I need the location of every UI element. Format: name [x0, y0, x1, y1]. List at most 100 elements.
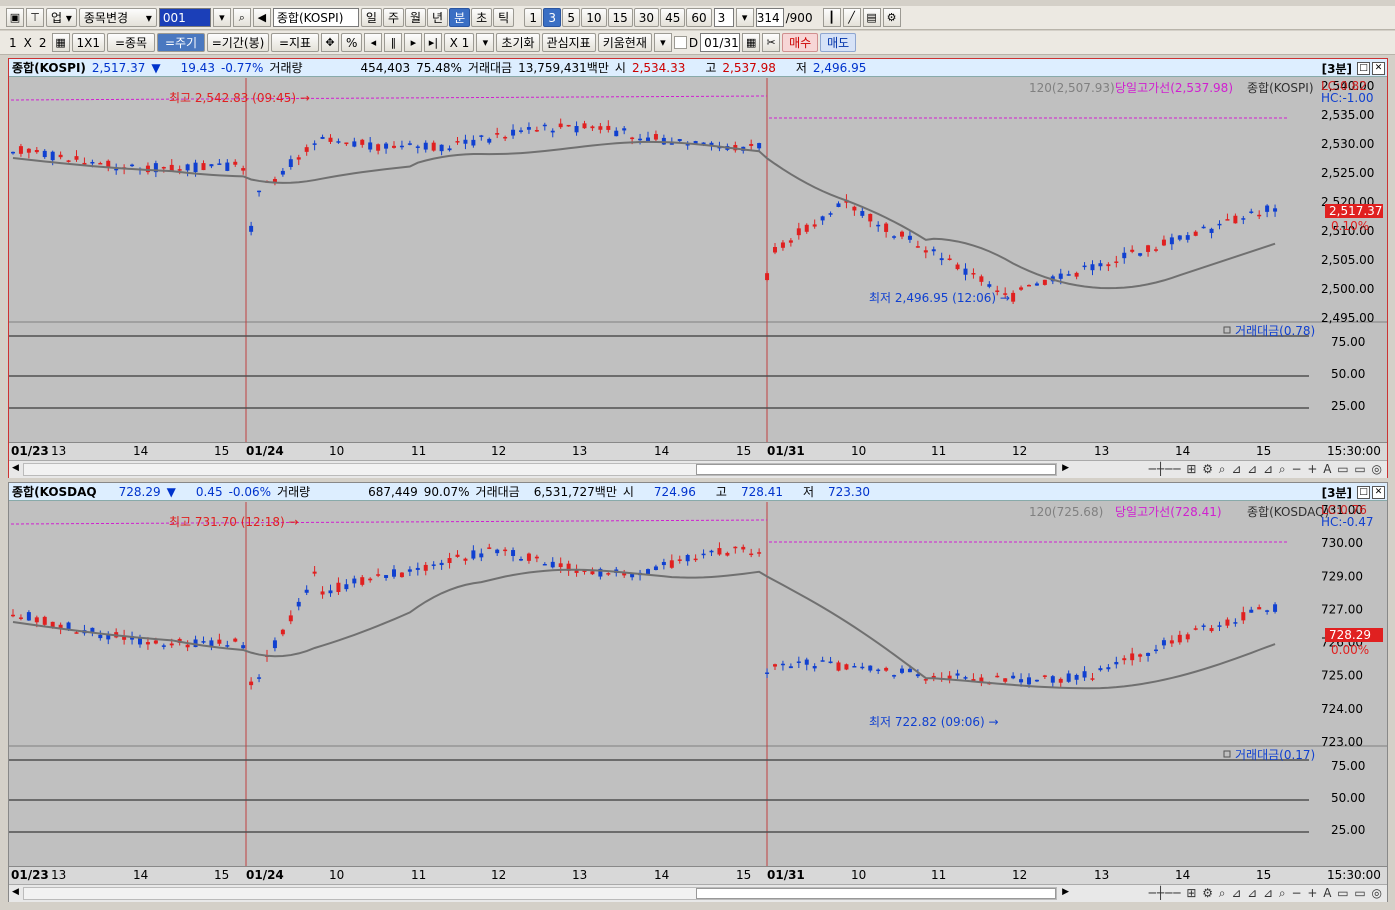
kosdaq-arrow-icon: ▼	[166, 484, 176, 499]
kosdaq-maximize-icon[interactable]: □	[1357, 485, 1370, 499]
price-tick: 2,505.00	[1321, 253, 1374, 267]
candle-body	[669, 560, 674, 568]
change-stock-select[interactable]: 종목변경 ▾	[78, 8, 157, 27]
move-icon[interactable]: ✥	[321, 33, 340, 52]
pause-icon[interactable]: ‖	[384, 33, 403, 52]
kosdaq-chart-canvas[interactable]: 731.00730.00729.00727.00726.00725.00724.…	[9, 502, 1387, 866]
interval-dropdown-icon[interactable]: ▾	[735, 8, 754, 27]
kospi-maximize-icon[interactable]: □	[1357, 61, 1370, 75]
scissors-icon[interactable]: ✂	[762, 33, 781, 52]
sub-tick: 25.00	[1331, 823, 1365, 837]
pin-icon[interactable]: ⊤	[26, 8, 44, 27]
gear-icon[interactable]: ⚙	[882, 8, 901, 27]
candle-body	[296, 157, 301, 160]
search-icon[interactable]: ⌕	[232, 8, 251, 27]
zoom-dropdown-icon[interactable]: ▾	[476, 33, 495, 52]
reset-button[interactable]: 초기화	[496, 33, 540, 52]
scroll-thumb[interactable]	[696, 888, 1056, 899]
chart-tools[interactable]: ─┼── ⊞ ⚙ ⌕ ⊿ ⊿ ⊿ ⌕ − + A ▭ ▭ ◎	[1149, 886, 1383, 901]
calendar-icon[interactable]: ▦	[742, 33, 761, 52]
scroll-track[interactable]	[23, 887, 1057, 900]
candle-body	[336, 141, 341, 143]
scroll-right-icon[interactable]: ▶	[1062, 887, 1069, 897]
date-checkbox[interactable]	[673, 36, 687, 49]
period-tab-1[interactable]: 주	[382, 8, 404, 27]
period-tab-0[interactable]: 일	[360, 8, 382, 27]
candle-body	[1177, 634, 1182, 643]
speaker-icon[interactable]: ◀	[252, 8, 271, 27]
interval-tab-0[interactable]: 1	[524, 8, 543, 27]
candle-body	[296, 601, 301, 607]
interval-select[interactable]: 3	[713, 8, 734, 27]
kospi-change: 19.43	[180, 60, 215, 75]
grid-icon[interactable]: ▦	[51, 33, 70, 52]
kosdaq-scrollbar[interactable]: ◀ ▶ ─┼── ⊞ ⚙ ⌕ ⊿ ⊿ ⊿ ⌕ − + A ▭ ▭ ◎	[9, 884, 1387, 902]
interval-tab-2[interactable]: 5	[562, 8, 581, 27]
candle-body	[828, 661, 833, 664]
scroll-right-icon[interactable]: ▶	[1062, 463, 1069, 473]
count-input[interactable]: 314	[755, 8, 784, 27]
candle-body	[677, 139, 682, 142]
interval-tab-7[interactable]: 60	[686, 8, 712, 27]
time-label: 10	[329, 444, 345, 458]
interval-tab-6[interactable]: 45	[660, 8, 686, 27]
stock-button[interactable]: =종목	[107, 33, 156, 52]
kospi-scrollbar[interactable]: ◀ ▶ ─┼── ⊞ ⚙ ⌕ ⊿ ⊿ ⊿ ⌕ − + A ▭ ▭ ◎	[9, 460, 1387, 478]
candle-body	[201, 641, 206, 643]
candle-body	[820, 216, 825, 221]
window-icon[interactable]: ▣	[6, 8, 24, 27]
chart-background	[9, 502, 1387, 866]
period-tab-5[interactable]: 초	[471, 8, 493, 27]
candle-body	[677, 559, 682, 561]
scroll-thumb[interactable]	[696, 464, 1056, 475]
kospi-chart-canvas[interactable]: 2,540.002,535.002,530.002,525.002,520.00…	[9, 78, 1387, 442]
kosdaq-timeframe[interactable]: [3분]	[1319, 484, 1355, 501]
period-tab-4[interactable]: 분	[449, 8, 471, 27]
watch-indicator-button[interactable]: 관심지표	[541, 33, 596, 52]
period-button[interactable]: =주기	[157, 33, 206, 52]
percent-button[interactable]: %	[341, 33, 363, 52]
indicator-button[interactable]: =지표	[271, 33, 320, 52]
period-tab-2[interactable]: 월	[404, 8, 427, 27]
layout-1[interactable]: 1	[6, 36, 20, 50]
kosdaq-close-icon[interactable]: ✕	[1372, 485, 1385, 499]
kospi-timeframe[interactable]: [3분]	[1319, 60, 1355, 77]
scroll-left-icon[interactable]: ◀	[12, 887, 19, 897]
draw-icon[interactable]: ╱	[842, 8, 861, 27]
candle-body	[701, 553, 706, 556]
kospi-close-icon[interactable]: ✕	[1372, 61, 1385, 75]
layout-2[interactable]: 2	[36, 36, 50, 50]
market-select[interactable]: 업 ▾	[46, 8, 77, 27]
candle-body	[328, 590, 333, 594]
interval-tab-5[interactable]: 30	[633, 8, 660, 27]
period-tab-6[interactable]: 틱	[493, 8, 515, 27]
date-input[interactable]: 01/31	[700, 33, 741, 52]
zoom-select[interactable]: X 1	[444, 33, 475, 52]
sell-button[interactable]: 매도	[820, 33, 857, 52]
candle-body	[590, 126, 595, 129]
candle-body	[130, 164, 135, 167]
scroll-left-icon[interactable]: ◀	[12, 463, 19, 473]
code-input[interactable]: 001	[158, 8, 211, 27]
forward-icon[interactable]: ▸	[404, 33, 423, 52]
interval-tab-3[interactable]: 10	[581, 8, 607, 27]
save-icon[interactable]: ▤	[862, 8, 881, 27]
kiwoom-dropdown-icon[interactable]: ▾	[653, 33, 672, 52]
candle-body	[876, 669, 881, 672]
range-button[interactable]: =기간(봉)	[207, 33, 270, 52]
end-icon[interactable]: ▸|	[424, 33, 443, 52]
kiwoom-current-button[interactable]: 키움현재	[597, 33, 652, 52]
interval-tab-1[interactable]: 3	[543, 8, 562, 27]
buy-button[interactable]: 매수	[782, 33, 819, 52]
hc-label: HC:-1.00	[1321, 91, 1374, 105]
chart-tools[interactable]: ─┼── ⊞ ⚙ ⌕ ⊿ ⊿ ⊿ ⌕ − + A ▭ ▭ ◎	[1149, 462, 1383, 477]
dropdown-icon[interactable]: ▾	[212, 8, 231, 27]
period-tab-3[interactable]: 년	[427, 8, 449, 27]
index-name-field[interactable]: 종합(KOSPI)	[272, 8, 359, 27]
scroll-track[interactable]	[23, 463, 1057, 476]
grid-layout-button[interactable]: 1X1	[71, 33, 106, 52]
rewind-icon[interactable]: ◂	[364, 33, 383, 52]
candle-icon[interactable]: ┃	[822, 8, 841, 27]
interval-tab-4[interactable]: 15	[607, 8, 633, 27]
candle-body	[955, 264, 960, 270]
